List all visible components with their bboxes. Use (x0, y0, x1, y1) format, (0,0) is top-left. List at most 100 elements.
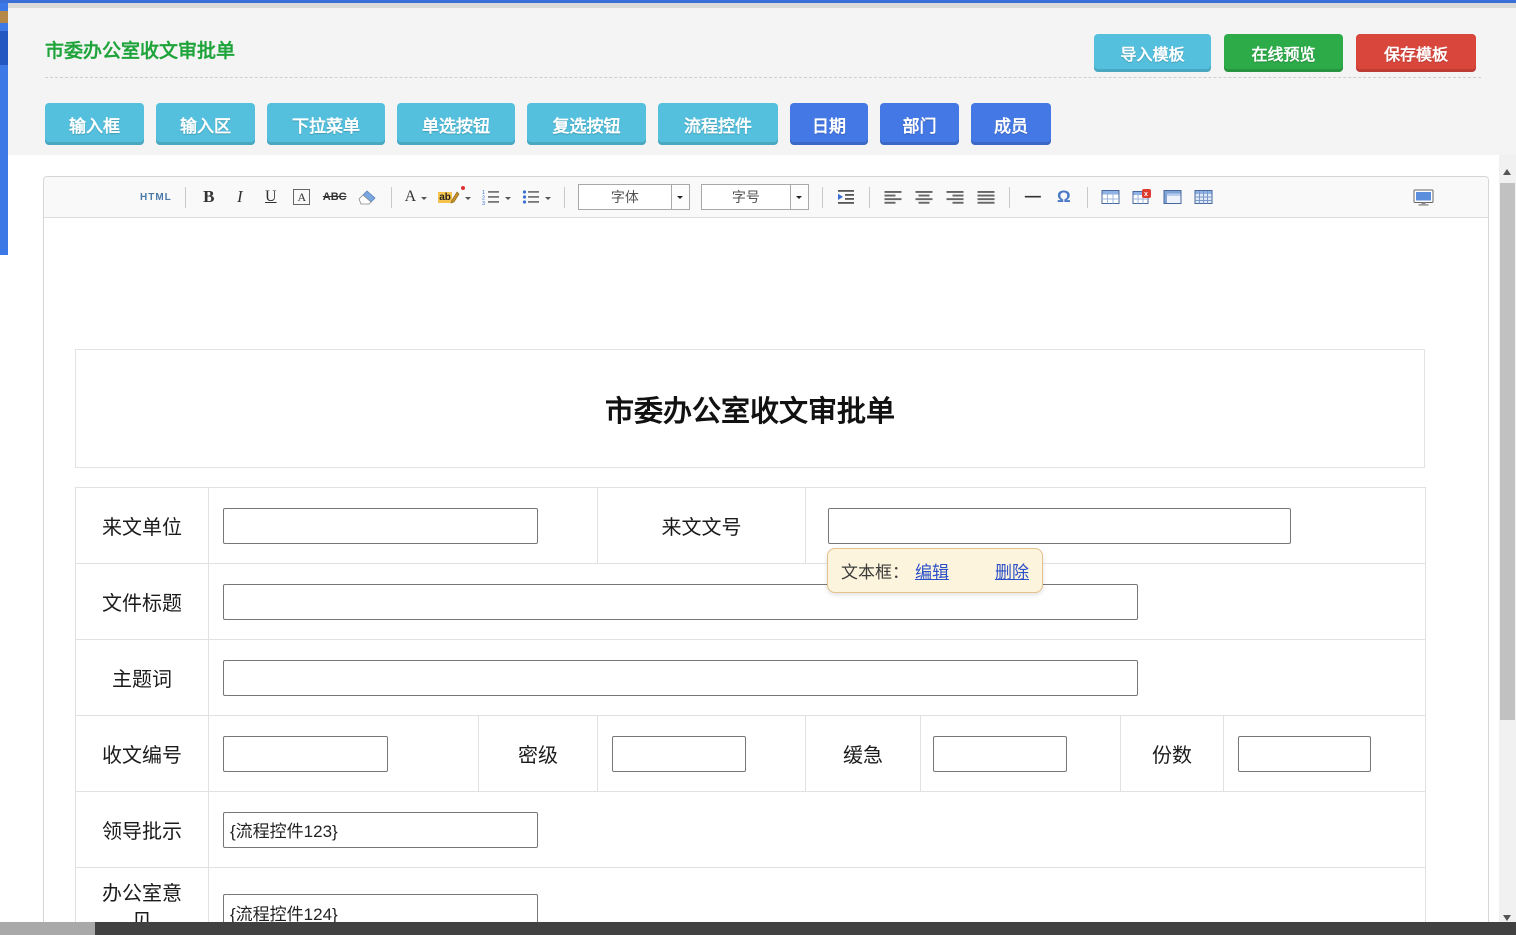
leader-comment-input[interactable] (223, 812, 538, 848)
scroll-up-arrow-icon[interactable] (1503, 165, 1511, 175)
edit-control-link[interactable]: 编辑 (915, 558, 949, 583)
monitor-icon (1413, 189, 1434, 206)
save-template-button[interactable]: 保存模板 (1356, 34, 1476, 72)
select-arrow-icon (790, 185, 808, 209)
underline-button[interactable]: U (261, 184, 281, 210)
table-row: 收文编号 密级 缓急 份数 (76, 716, 1426, 792)
chevron-down-icon (465, 197, 471, 203)
form-input-cell (209, 792, 1426, 868)
align-center-icon (915, 190, 933, 205)
red-dot-icon (461, 186, 465, 190)
online-preview-button[interactable]: 在线预览 (1224, 34, 1343, 72)
chevron-down-icon (505, 197, 511, 203)
form-input-cell (209, 716, 479, 792)
delete-table-button[interactable]: x (1132, 184, 1152, 210)
chevron-down-icon (545, 197, 551, 203)
indent-button[interactable] (836, 184, 856, 210)
eraser-icon (358, 190, 377, 205)
document-title-label: 文件标题 (76, 564, 209, 640)
form-input-cell (209, 488, 598, 564)
incoming-unit-label: 来文单位 (76, 488, 209, 564)
delete-control-link[interactable]: 删除 (995, 558, 1029, 583)
toolbar-separator (1009, 187, 1010, 208)
strikethrough-button[interactable]: ABC (323, 184, 347, 210)
incoming-doc-number-input[interactable] (828, 508, 1291, 544)
import-template-button[interactable]: 导入模板 (1094, 34, 1211, 72)
bottom-bar (0, 922, 1516, 935)
font-color-a-icon: A (405, 188, 417, 206)
widget-button-department[interactable]: 部门 (880, 103, 959, 145)
table-properties-button[interactable] (1194, 184, 1214, 210)
align-right-icon (946, 190, 964, 205)
svg-text:x: x (1144, 191, 1148, 198)
background-window-icon (0, 11, 8, 23)
subject-word-input[interactable] (223, 660, 1138, 696)
widget-button-checkbox[interactable]: 复选按钮 (527, 103, 646, 145)
table-row: 文件标题 (76, 564, 1426, 640)
toolbar-separator (391, 187, 392, 208)
widget-button-input-box[interactable]: 输入框 (45, 103, 144, 145)
bottom-bar-segment (0, 922, 95, 935)
table-icon (1101, 189, 1120, 205)
special-char-button[interactable]: Ω (1054, 184, 1074, 210)
page-title: 市委办公室收文审批单 (45, 36, 235, 63)
italic-button[interactable]: I (230, 184, 250, 210)
widget-button-flow-control[interactable]: 流程控件 (658, 103, 778, 145)
align-center-button[interactable] (914, 184, 934, 210)
form-input-cell (209, 564, 1426, 640)
pencil-icon (450, 191, 460, 204)
align-justify-icon (977, 190, 995, 205)
horizontal-rule-button[interactable]: — (1023, 184, 1043, 210)
source-code-button[interactable]: HTML (140, 184, 172, 210)
leader-comment-label: 领导批示 (76, 792, 209, 868)
secrecy-level-input[interactable] (612, 736, 746, 772)
font-color-button[interactable]: A (405, 184, 428, 210)
ordered-list-icon: 1 2 3 (482, 189, 500, 205)
highlight-color-button[interactable]: ab (438, 184, 471, 210)
widget-button-textarea[interactable]: 输入区 (156, 103, 255, 145)
font-size-label: 字号 (702, 185, 790, 209)
editor-content[interactable]: 市委办公室收文审批单 来文单位 来文文号 文件标题 (44, 218, 1488, 935)
incoming-unit-input[interactable] (223, 508, 538, 544)
form-title: 市委办公室收文审批单 (75, 349, 1425, 468)
copies-input[interactable] (1238, 736, 1371, 772)
subject-word-label: 主题词 (76, 640, 209, 716)
toolbar-separator (185, 187, 186, 208)
urgency-label: 缓急 (806, 716, 921, 792)
widget-button-member[interactable]: 成员 (971, 103, 1051, 145)
align-right-button[interactable] (945, 184, 965, 210)
urgency-input[interactable] (933, 736, 1067, 772)
widget-button-dropdown[interactable]: 下拉菜单 (267, 103, 385, 145)
table-row: 领导批示 (76, 792, 1426, 868)
control-tooltip: 文本框： 编辑 删除 (827, 548, 1043, 593)
receipt-number-input[interactable] (223, 736, 388, 772)
align-justify-button[interactable] (976, 184, 996, 210)
receipt-number-label: 收文编号 (76, 716, 209, 792)
vertical-scrollbar[interactable] (1499, 155, 1516, 935)
insert-table-button[interactable] (1101, 184, 1121, 210)
text-style-button[interactable]: A (292, 184, 312, 210)
fullscreen-button[interactable] (1413, 184, 1434, 210)
align-left-icon (884, 190, 902, 205)
widget-button-radio[interactable]: 单选按钮 (397, 103, 515, 145)
remove-format-button[interactable] (358, 184, 378, 210)
select-arrow-icon (671, 185, 689, 209)
tooltip-label: 文本框： (841, 558, 909, 583)
widget-button-date[interactable]: 日期 (790, 103, 868, 145)
unordered-list-button[interactable] (522, 184, 551, 210)
scrollbar-thumb[interactable] (1500, 183, 1515, 720)
form-input-cell (598, 716, 806, 792)
font-family-select[interactable]: 字体 (578, 184, 690, 210)
table-cell-icon (1163, 189, 1182, 205)
font-size-select[interactable]: 字号 (701, 184, 809, 210)
bold-button[interactable]: B (199, 184, 219, 210)
header-divider (45, 77, 1481, 78)
table-grid-icon (1194, 189, 1213, 205)
ordered-list-button[interactable]: 1 2 3 (482, 184, 511, 210)
widget-toolbar: 输入框 输入区 下拉菜单 单选按钮 复选按钮 流程控件 日期 部门 成员 (45, 103, 1051, 145)
form-input-cell (921, 716, 1121, 792)
header: 市委办公室收文审批单 导入模板 在线预览 保存模板 输入框 输入区 下拉菜单 单… (0, 8, 1516, 155)
align-left-button[interactable] (883, 184, 903, 210)
boxed-a-icon: A (293, 189, 310, 205)
table-cell-properties-button[interactable] (1163, 184, 1183, 210)
